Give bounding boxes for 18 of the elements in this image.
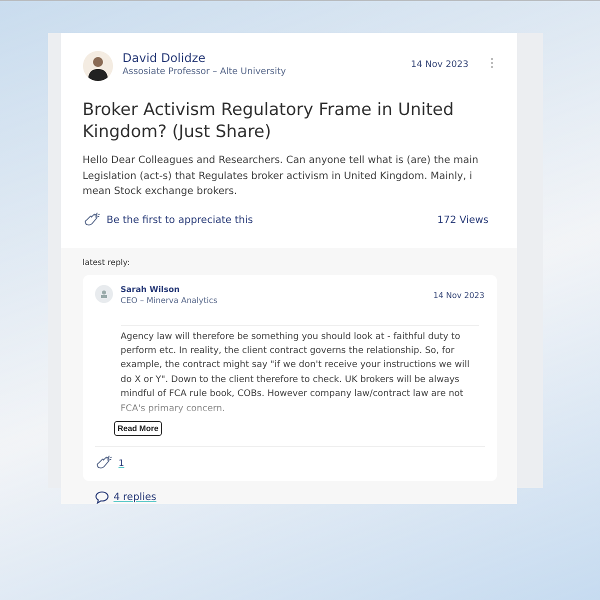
reply-author-role: CEO – Minerva Analytics: [120, 296, 218, 305]
replies-link[interactable]: 4 replies: [114, 492, 156, 504]
more-icon[interactable]: [490, 58, 494, 68]
post-title: Broker Activism Regulatory Frame in United Kingdom? (Just Share): [82, 99, 455, 144]
appreciate-link[interactable]: Be the first to appreciate this: [106, 215, 432, 226]
reply-author[interactable]: Sarah Wilson: [120, 284, 426, 294]
read-more-button[interactable]: Read More: [114, 421, 162, 436]
author-name[interactable]: David Dolidze: [122, 51, 401, 65]
view-count: 172 Views: [437, 215, 488, 226]
latest-reply-label: latest reply:: [82, 258, 131, 267]
post-date: 14 Nov 2023: [410, 60, 468, 70]
reply-date: 14 Nov 2023: [433, 290, 484, 300]
author-role: Assosiate Professor – Alte University: [122, 67, 287, 77]
comment-icon: [94, 491, 108, 504]
reply-body: Agency law will therefore be something you should look at - faithful duty to perform etc. In reality, the client contract governs the relationship. So, for example, the contract might say "if we don't receive your instructions we will do X or Y". Down to the client therefore to check. UK brokers will be always mindful of FCA rule book, COBs. However company law/contract law are not FCA's primary concern.: [120, 324, 478, 416]
post-body: Hello Dear Colleagues and Researchers. Can anyone tell what is (are) the main Legislation (act-s) that Regulates broker activism in United Kingdom. Mainly, i mean Stock exchange brokers.: [82, 154, 480, 200]
clap-count[interactable]: 1: [118, 459, 124, 470]
avatar-icon: [94, 284, 112, 303]
